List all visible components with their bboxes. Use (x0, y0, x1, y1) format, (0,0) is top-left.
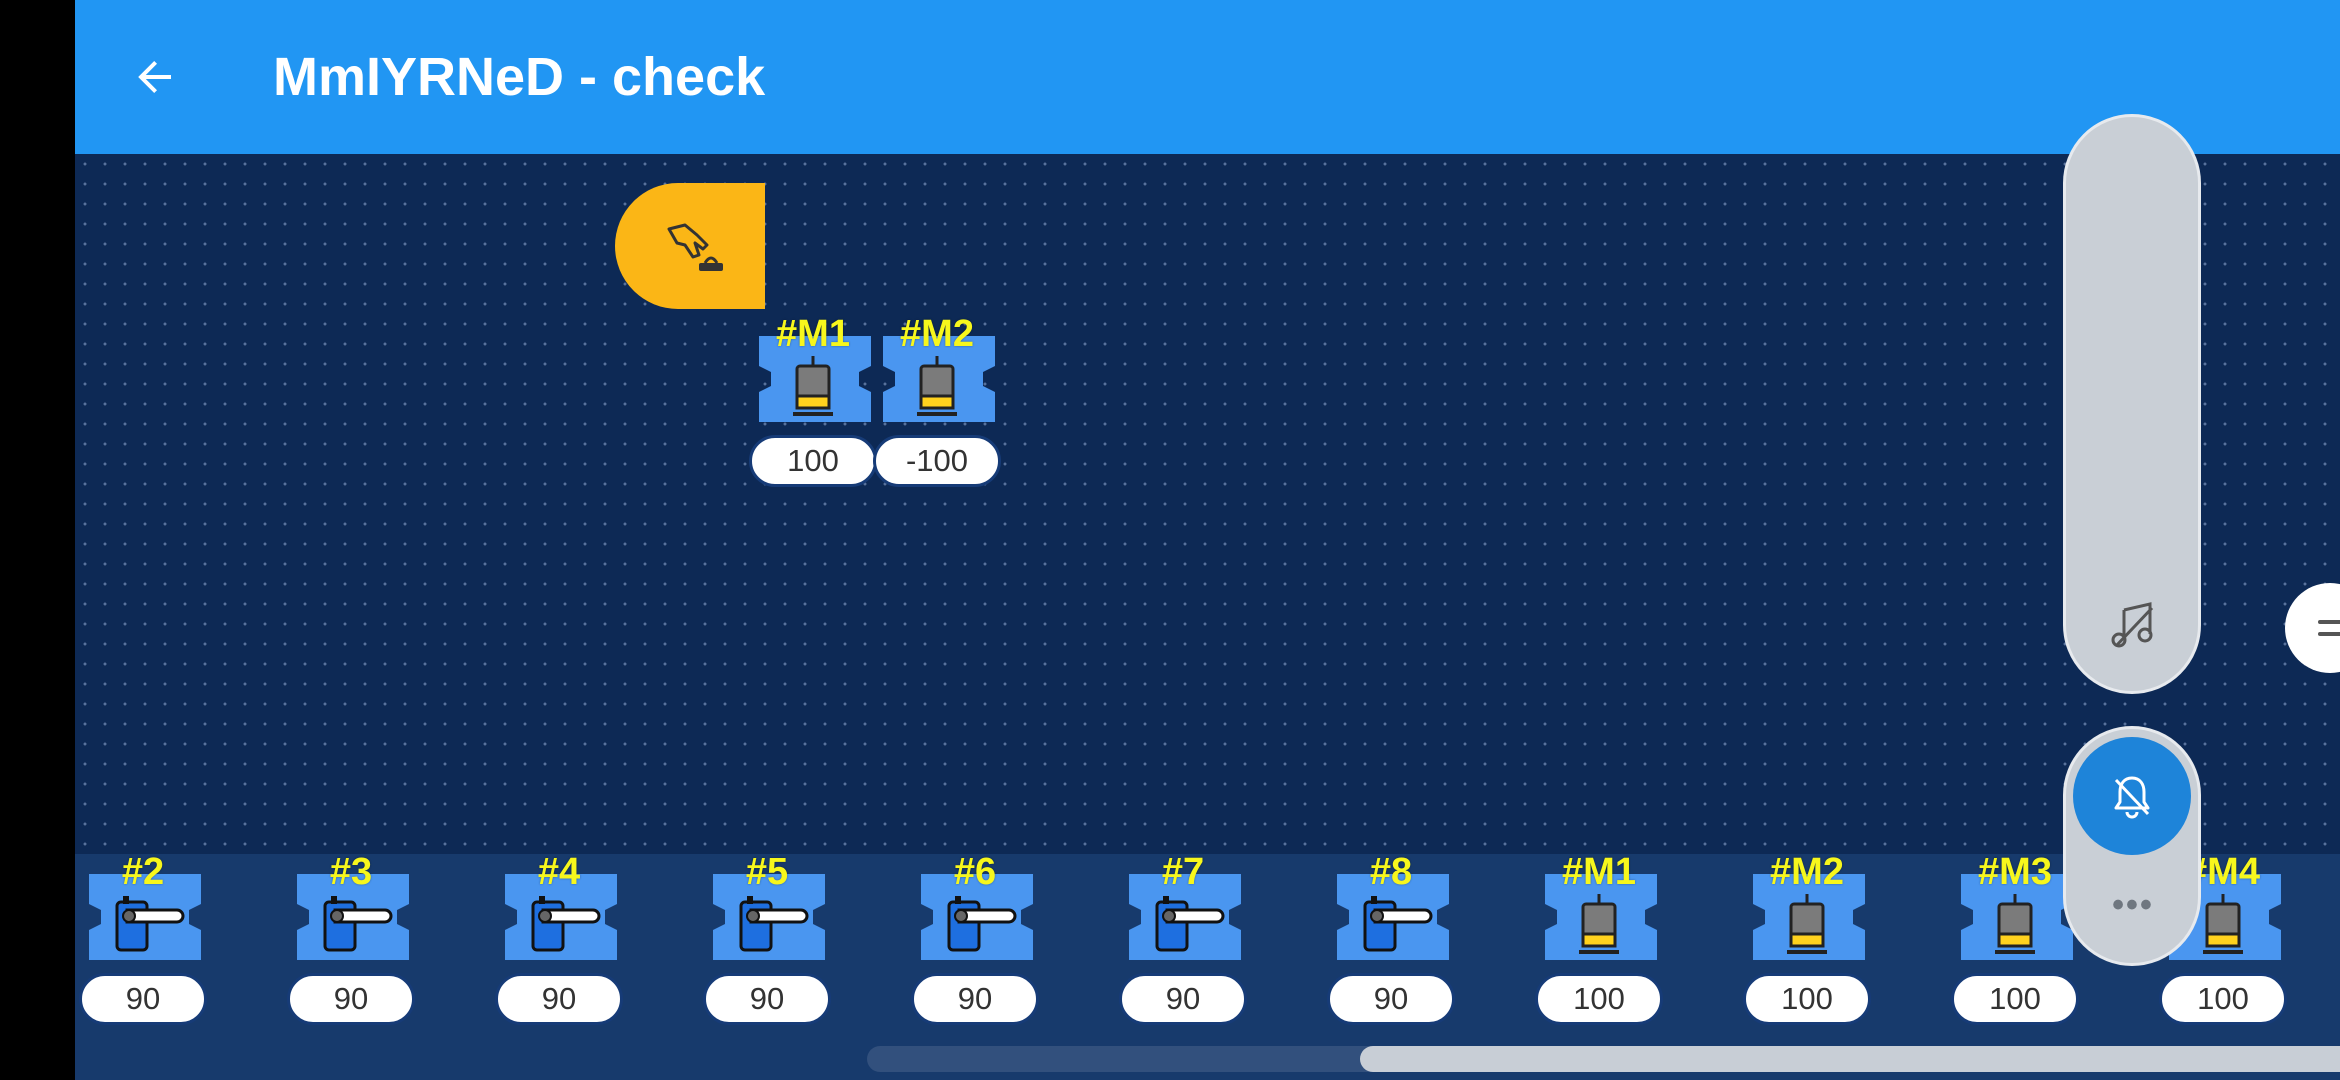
block-label: #5 (745, 851, 789, 893)
value-input[interactable]: 90 (911, 973, 1039, 1025)
block-label: #4 (537, 851, 581, 893)
music-off-icon (2111, 602, 2154, 648)
servo-icon (739, 896, 809, 952)
palette-servo-block-7[interactable]: #7 90 (1119, 852, 1247, 1025)
left-black-strip (0, 0, 75, 1080)
motor-icon (1787, 894, 1827, 954)
value-input[interactable]: 90 (495, 973, 623, 1025)
motor-icon (1579, 894, 1619, 954)
hand-press-button-icon (667, 223, 723, 271)
palette-servo-block-2[interactable]: #2 90 (79, 852, 207, 1025)
palette-motor-block-m2[interactable]: #M2 100 (1743, 852, 1871, 1025)
block-label: #2 (121, 851, 165, 893)
value-input[interactable]: 100 (749, 435, 877, 487)
block-label: #M1 (1562, 851, 1636, 893)
value-input[interactable]: 100 (1951, 973, 2079, 1025)
block-label: #M2 (900, 313, 974, 355)
palette-servo-block-5[interactable]: #5 90 (703, 852, 831, 1025)
notification-toggle-button[interactable] (2073, 737, 2191, 855)
value-input[interactable]: 90 (1119, 973, 1247, 1025)
more-button[interactable]: ••• (2095, 888, 2171, 922)
servo-icon (1155, 896, 1225, 952)
servo-icon (115, 896, 185, 952)
back-button[interactable] (120, 42, 190, 112)
block-label: #8 (1369, 851, 1413, 893)
value-input[interactable]: 90 (1327, 973, 1455, 1025)
value-input[interactable]: 100 (2159, 973, 2287, 1025)
block-label: #3 (329, 851, 373, 893)
music-toggle-button[interactable] (2095, 595, 2171, 655)
motor-block-m1[interactable]: #M1 100 (749, 314, 877, 487)
motor-block-m2[interactable]: #M2 -100 (873, 314, 1001, 487)
equals-icon (2318, 620, 2340, 636)
servo-icon (947, 896, 1017, 952)
servo-icon (531, 896, 601, 952)
palette-motor-block-m3[interactable]: #M3 100 (1951, 852, 2079, 1025)
value-input[interactable]: 90 (703, 973, 831, 1025)
value-input[interactable]: 100 (1743, 973, 1871, 1025)
palette-motor-block-m1[interactable]: #M1 100 (1535, 852, 1663, 1025)
palette-servo-block-4[interactable]: #4 90 (495, 852, 623, 1025)
code-workspace[interactable] (75, 154, 2340, 854)
palette-servo-block-6[interactable]: #6 90 (911, 852, 1039, 1025)
servo-icon (1363, 896, 1433, 952)
palette-servo-block-3[interactable]: #3 90 (287, 852, 415, 1025)
motor-icon (1995, 894, 2035, 954)
motor-icon (917, 356, 957, 416)
bell-off-icon (2114, 776, 2150, 819)
page-title: MmIYRNeD - check (273, 47, 766, 107)
block-label: #6 (953, 851, 997, 893)
motor-icon (2203, 894, 2243, 954)
arrow-left-icon (138, 61, 171, 93)
block-label: #M2 (1770, 851, 1844, 893)
motor-icon (793, 356, 833, 416)
value-input[interactable]: 100 (1535, 973, 1663, 1025)
value-input[interactable]: -100 (873, 435, 1001, 487)
value-input[interactable]: 90 (287, 973, 415, 1025)
value-input[interactable]: 90 (79, 973, 207, 1025)
start-event-block[interactable] (615, 183, 765, 309)
servo-icon (323, 896, 393, 952)
app-window: MmIYRNeD - check #M1 100 #M2 -100 #2 90 … (75, 0, 2340, 1080)
horizontal-scrollbar-thumb[interactable] (1360, 1046, 2340, 1072)
palette-servo-block-8[interactable]: #8 90 (1327, 852, 1455, 1025)
block-label: #7 (1161, 851, 1205, 893)
app-bar: MmIYRNeD - check (75, 0, 2340, 154)
